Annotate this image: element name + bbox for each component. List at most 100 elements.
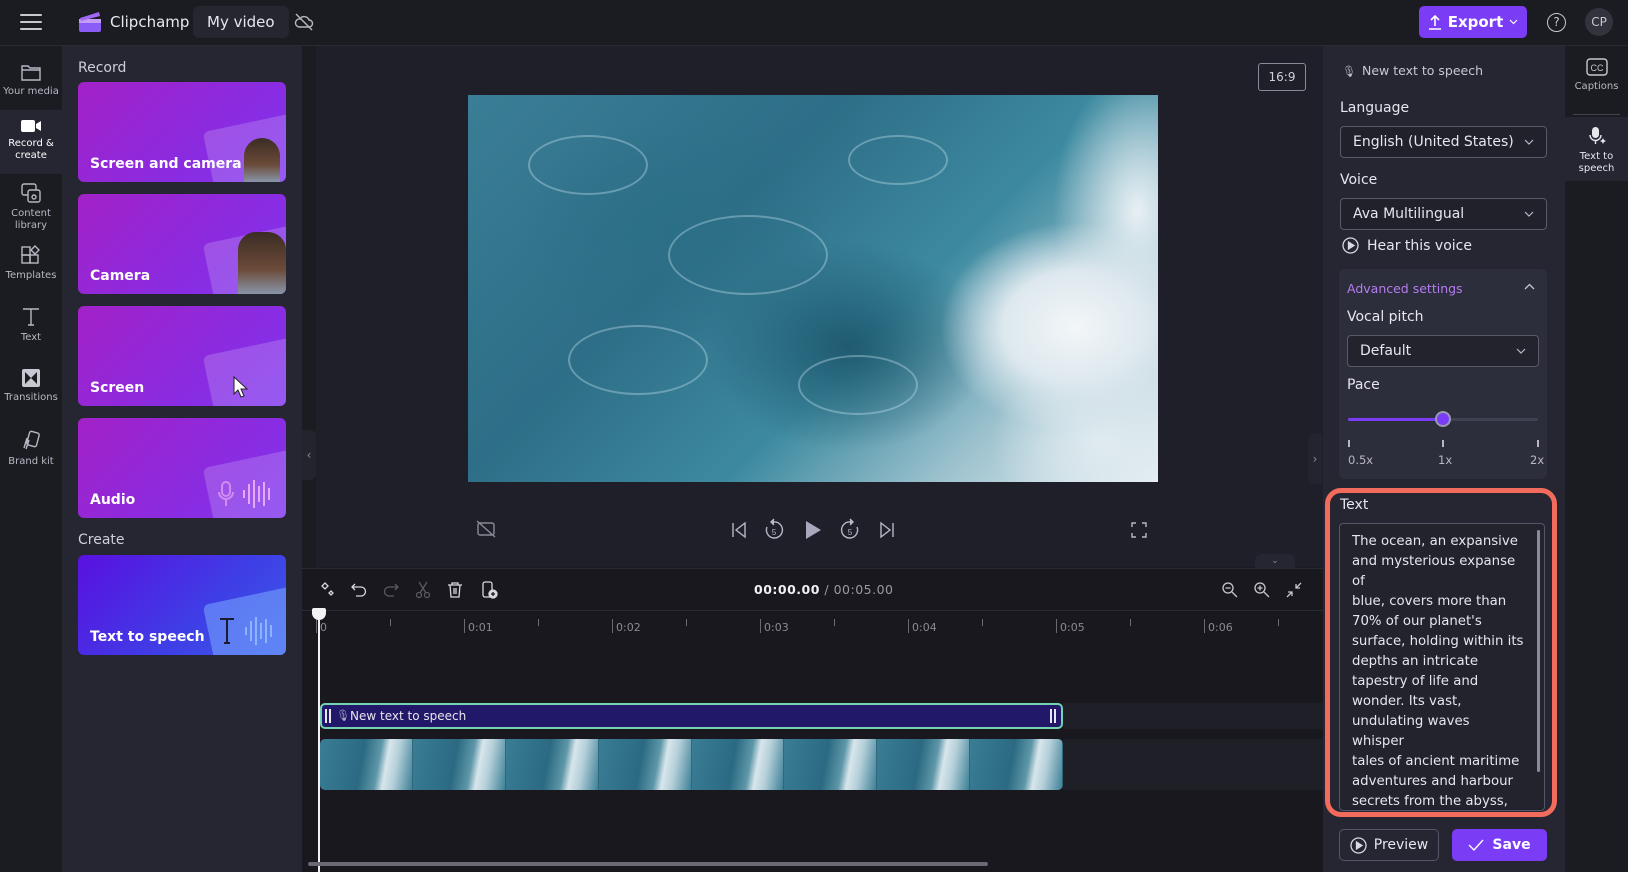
rail-label: Brand kit	[8, 456, 54, 467]
right-rail: CC Captions Text to speech	[1565, 46, 1628, 872]
transitions-icon	[22, 369, 40, 387]
tts-clip-label: New text to speech	[350, 709, 467, 723]
export-button[interactable]: Export	[1419, 6, 1527, 38]
captions-off-icon[interactable]	[476, 520, 496, 538]
record-heading: Record	[78, 60, 127, 76]
chevron-up-icon[interactable]	[1524, 283, 1535, 291]
voice-label: Voice	[1340, 172, 1378, 188]
cloud-off-icon[interactable]	[294, 13, 314, 31]
preview-label: Preview	[1373, 837, 1429, 853]
play-icon[interactable]	[804, 520, 822, 540]
rail-item-record-create[interactable]: Record & create	[0, 110, 62, 174]
rail-label: Content	[11, 208, 51, 219]
video-thumbnail	[877, 739, 971, 790]
vocal-pitch-label: Vocal pitch	[1347, 309, 1424, 325]
clip-trim-handle-right[interactable]	[1049, 708, 1059, 724]
video-thumbnail	[691, 739, 785, 790]
upload-icon	[1428, 14, 1441, 30]
ruler-tick-label: 0:02	[616, 621, 641, 634]
ruler-tick-label: 0:01	[468, 621, 493, 634]
zoom-in-icon[interactable]	[1253, 581, 1271, 599]
video-clip[interactable]	[320, 739, 1063, 790]
text-waveform-icon	[220, 617, 272, 645]
pace-tick-label: 2x	[1530, 453, 1545, 467]
properties-header: 🎙 New text to speech	[1342, 63, 1483, 78]
cursor-icon	[233, 376, 249, 398]
card-screen[interactable]: Screen	[78, 306, 286, 406]
ruler-tick-minor	[686, 619, 687, 626]
tts-text-input[interactable]: The ocean, an expansive and mysterious e…	[1339, 523, 1545, 811]
tts-icon: 🎙	[1342, 65, 1356, 78]
checkmark-icon	[1468, 839, 1484, 851]
cut-icon[interactable]	[414, 581, 432, 599]
rewind-5-icon[interactable]: 5	[764, 518, 784, 540]
timeline-ruler[interactable]: 0 0:01 0:02 0:03 0:04 0:05 0:06	[302, 611, 1323, 637]
captions-icon: CC	[1585, 58, 1608, 76]
skip-forward-icon[interactable]	[879, 521, 895, 539]
voice-select[interactable]: Ava Multilingual	[1340, 198, 1547, 230]
undo-icon[interactable]	[350, 581, 368, 599]
tts-clip[interactable]: 🎙 New text to speech	[320, 703, 1063, 729]
advanced-settings-toggle[interactable]: Advanced settings	[1347, 281, 1463, 296]
rail-item-brand-kit[interactable]: Brand kit	[0, 422, 62, 484]
rail-item-content-library[interactable]: Content library	[0, 174, 62, 236]
aspect-ratio-button[interactable]: 16:9	[1258, 63, 1306, 91]
timeline-scrollbar[interactable]	[308, 862, 988, 866]
video-thumbnail	[598, 739, 692, 790]
clip-trim-handle-left[interactable]	[324, 708, 334, 724]
vocal-pitch-select[interactable]: Default	[1347, 335, 1539, 367]
menu-icon[interactable]	[20, 14, 42, 30]
video-thumbnail	[970, 739, 1063, 790]
collapse-properties-button[interactable]: ›	[1308, 434, 1322, 484]
fullscreen-icon[interactable]	[1131, 522, 1147, 538]
language-select[interactable]: English (United States)	[1340, 126, 1547, 158]
person-thumbnail	[244, 138, 280, 182]
card-screen-and-camera[interactable]: Screen and camera	[78, 82, 286, 182]
svg-text:5: 5	[772, 528, 777, 537]
rail-item-transitions[interactable]: Transitions	[0, 360, 62, 422]
rail-item-your-media[interactable]: Your media	[0, 54, 62, 116]
zoom-out-icon[interactable]	[1221, 581, 1239, 599]
ruler-tick-minor	[834, 619, 835, 626]
rail-item-templates[interactable]: Templates	[0, 236, 62, 298]
collapse-timeline-button[interactable]: ⌄	[1255, 554, 1295, 568]
fit-timeline-icon[interactable]	[1285, 581, 1303, 599]
text-scrollbar[interactable]	[1537, 530, 1540, 772]
preview-button[interactable]: Preview	[1339, 829, 1439, 861]
advanced-settings-section: Advanced settings Vocal pitch Default Pa…	[1339, 269, 1547, 479]
rail-item-text-to-speech[interactable]: Text to speech	[1565, 117, 1628, 181]
svg-text:CC: CC	[1590, 63, 1603, 73]
vocal-pitch-value: Default	[1360, 343, 1412, 359]
card-text-to-speech[interactable]: Text to speech	[78, 555, 286, 655]
text-icon	[23, 308, 39, 326]
delete-icon[interactable]	[446, 581, 464, 599]
avatar[interactable]: CP	[1585, 8, 1613, 36]
project-title[interactable]: My video	[193, 6, 289, 38]
pace-tick-label: 1x	[1438, 453, 1453, 467]
forward-5-icon[interactable]: 5	[840, 518, 860, 540]
rail-item-captions[interactable]: CC Captions	[1565, 58, 1628, 114]
save-button[interactable]: Save	[1452, 829, 1547, 861]
card-audio[interactable]: Audio	[78, 418, 286, 518]
skip-back-icon[interactable]	[731, 521, 747, 539]
left-rail: Your media Record & create Content libra…	[0, 46, 62, 872]
redo-icon[interactable]	[382, 581, 400, 599]
rail-item-text[interactable]: Text	[0, 298, 62, 360]
pace-tick-label: 0.5x	[1348, 453, 1374, 467]
video-thumbnail	[412, 739, 506, 790]
ruler-tick-major	[908, 619, 909, 633]
rail-label: create	[15, 150, 47, 161]
pace-slider-thumb[interactable]	[1435, 411, 1451, 427]
rail-label: library	[14, 220, 48, 231]
collapse-panel-button[interactable]: ‹	[302, 430, 316, 480]
chevron-down-icon	[1524, 211, 1534, 217]
rail-label: Text to	[1579, 151, 1614, 162]
card-label: Screen and camera	[90, 156, 242, 172]
hear-voice-button[interactable]: Hear this voice	[1342, 237, 1472, 254]
pace-slider[interactable]	[1348, 411, 1538, 427]
card-camera[interactable]: Camera	[78, 194, 286, 294]
add-clip-icon[interactable]	[480, 581, 498, 599]
chevron-down-icon	[1524, 139, 1534, 145]
help-icon[interactable]: ?	[1547, 13, 1566, 32]
magic-sparkle-icon[interactable]	[318, 581, 336, 599]
